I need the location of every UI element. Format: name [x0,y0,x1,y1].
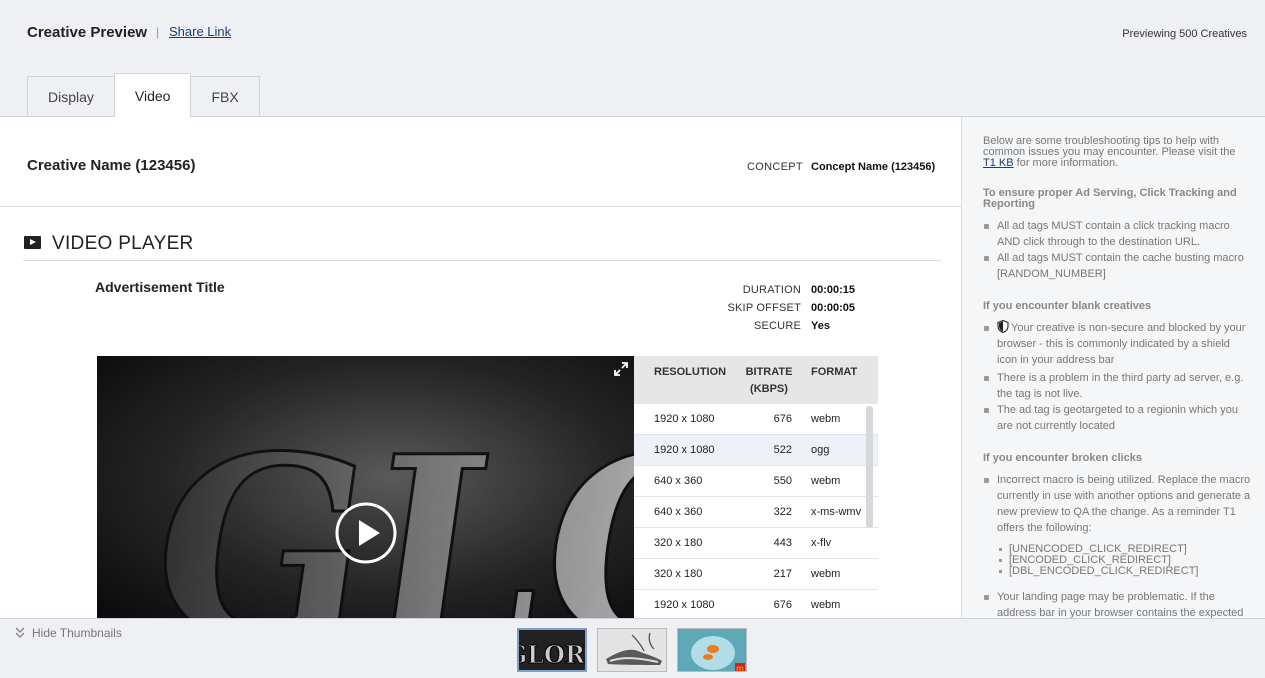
format-cell: webm [811,475,841,487]
renditions-table: RESOLUTION BITRATE (KBPS) FORMAT 1920 x … [634,356,878,618]
tab-display[interactable]: Display [27,76,115,117]
concept-label: CONCEPT [747,161,803,173]
tip-item: Incorrect macro is being utilized. Repla… [983,472,1253,536]
play-icon[interactable] [335,502,397,564]
svg-text:m: m [736,664,744,672]
bitrate-cell: 217 [773,568,792,580]
format-cell: webm [811,599,841,611]
double-chevron-down-icon [15,627,25,638]
resolution-cell: 1920 x 1080 [654,599,715,611]
bitrate-cell: 322 [773,506,792,518]
tip-item: The ad tag is geotargeted to a regionin … [983,402,1253,434]
creative-name: Creative Name (123456) [27,157,196,174]
page-title: Creative Preview [27,24,148,41]
section-title: VIDEO PLAYER [52,233,194,254]
table-row[interactable]: 1920 x 1080 676 webm [634,404,878,435]
shield-icon [997,320,1009,333]
bitrate-cell: 522 [773,444,792,456]
tips-section-title: If you encounter broken clicks [983,452,1142,464]
tip-item: Your creative is non-secure and blocked … [983,320,1253,368]
tips-section-title: If you encounter blank creatives [983,300,1152,312]
resolution-cell: 1920 x 1080 [654,444,715,456]
table-body: 1920 x 1080 676 webm 1920 x 1080 522 ogg 640 x… [634,404,878,618]
resolution-cell: 320 x 180 [654,537,703,549]
format-cell: webm [811,413,841,425]
bitrate-cell: 676 [773,599,792,611]
hide-thumbnails-button[interactable]: Hide Thumbnails [14,626,122,640]
video-player[interactable]: GLORY [97,356,634,618]
tips-section-title: To ensure proper Ad Serving, Click Track… [983,187,1237,210]
tab-fbx[interactable]: FBX [190,76,260,117]
table-row[interactable]: 1920 x 1080 676 webm [634,590,878,618]
thumbnail-sneaker[interactable] [597,628,667,672]
tab-video[interactable]: Video [113,73,192,117]
table-row[interactable]: 640 x 360 550 webm [634,466,878,497]
format-cell: x-ms-wmv [811,506,862,518]
resolution-cell: 320 x 180 [654,568,703,580]
main-content: Creative Name (123456) CONCEPT Concept N… [0,117,961,618]
title-separator: | [156,25,160,39]
table-row[interactable]: 640 x 360 322 x-ms-wmv [634,497,878,528]
table-scrollbar[interactable] [866,406,873,528]
bitrate-cell: 676 [773,413,792,425]
bitrate-header: BITRATE (KBPS) [745,366,793,395]
format-cell: x-flv [811,537,832,549]
thumbnail-fishbowl[interactable]: m [677,628,747,672]
fullscreen-icon[interactable] [614,362,628,376]
meta-values: 00:00:15 00:00:05 Yes [811,281,855,335]
format-cell: ogg [811,444,830,456]
tip-item: All ad tags MUST contain the cache busti… [983,250,1253,282]
tip-item: Your landing page may be problematic. If… [983,589,1253,618]
preview-count: Previewing 500 Creatives [1122,28,1247,40]
format-cell: webm [811,568,841,580]
tip-item: There is a problem in the third party ad… [983,370,1253,402]
secure-label: SECURE [753,320,801,332]
table-row[interactable]: 320 x 180 443 x-flv [634,528,878,559]
bitrate-cell: 550 [773,475,792,487]
tab-bar: Display Video FBX [27,73,260,117]
resolution-cell: 640 x 360 [654,475,703,487]
concept-value: Concept Name (123456) [811,161,936,173]
divider [0,206,961,207]
ad-title: Advertisement Title [95,279,225,295]
tip-item: All ad tags MUST contain a click trackin… [983,218,1253,250]
thumbnail-bar: Hide Thumbnails GLORY m [0,618,1265,678]
table-header: RESOLUTION BITRATE (KBPS) FORMAT [634,356,878,404]
tips-intro: Below are some troubleshooting tips to h… [983,135,1236,169]
troubleshooting-panel: Below are some troubleshooting tips to h… [961,117,1265,618]
video-player-icon [24,236,41,249]
skip-offset-value: 00:00:05 [811,302,856,314]
thumbnail-glory[interactable]: GLORY [517,628,587,672]
format-header: FORMAT [811,366,858,378]
video-poster: GLORY [97,356,634,618]
thumbnail-image: m [678,629,746,672]
resolution-cell: 640 x 360 [654,506,703,518]
svg-text:GLORY: GLORY [519,640,587,669]
table-row[interactable]: 320 x 180 217 webm [634,559,878,590]
t1-kb-link[interactable]: T1 KB [983,157,1014,169]
secure-value: Yes [811,320,830,332]
resolution-cell: 1920 x 1080 [654,413,715,425]
top-bar: Creative Preview | Share Link Previewing… [0,0,1265,117]
resolution-header: RESOLUTION [654,366,727,378]
meta-labels: DURATION SKIP OFFSET SECURE [700,281,801,335]
macro-item: [DBL_ENCODED_CLICK_REDIRECT] [995,566,1245,577]
thumbnail-image [598,629,666,671]
skip-offset-label: SKIP OFFSET [727,302,801,314]
bitrate-cell: 443 [773,537,792,549]
share-link[interactable]: Share Link [169,24,231,39]
table-row[interactable]: 1920 x 1080 522 ogg [634,435,878,466]
duration-value: 00:00:15 [811,284,856,296]
duration-label: DURATION [742,284,801,296]
thumbnail-image: GLORY [519,630,587,670]
divider [23,260,941,261]
